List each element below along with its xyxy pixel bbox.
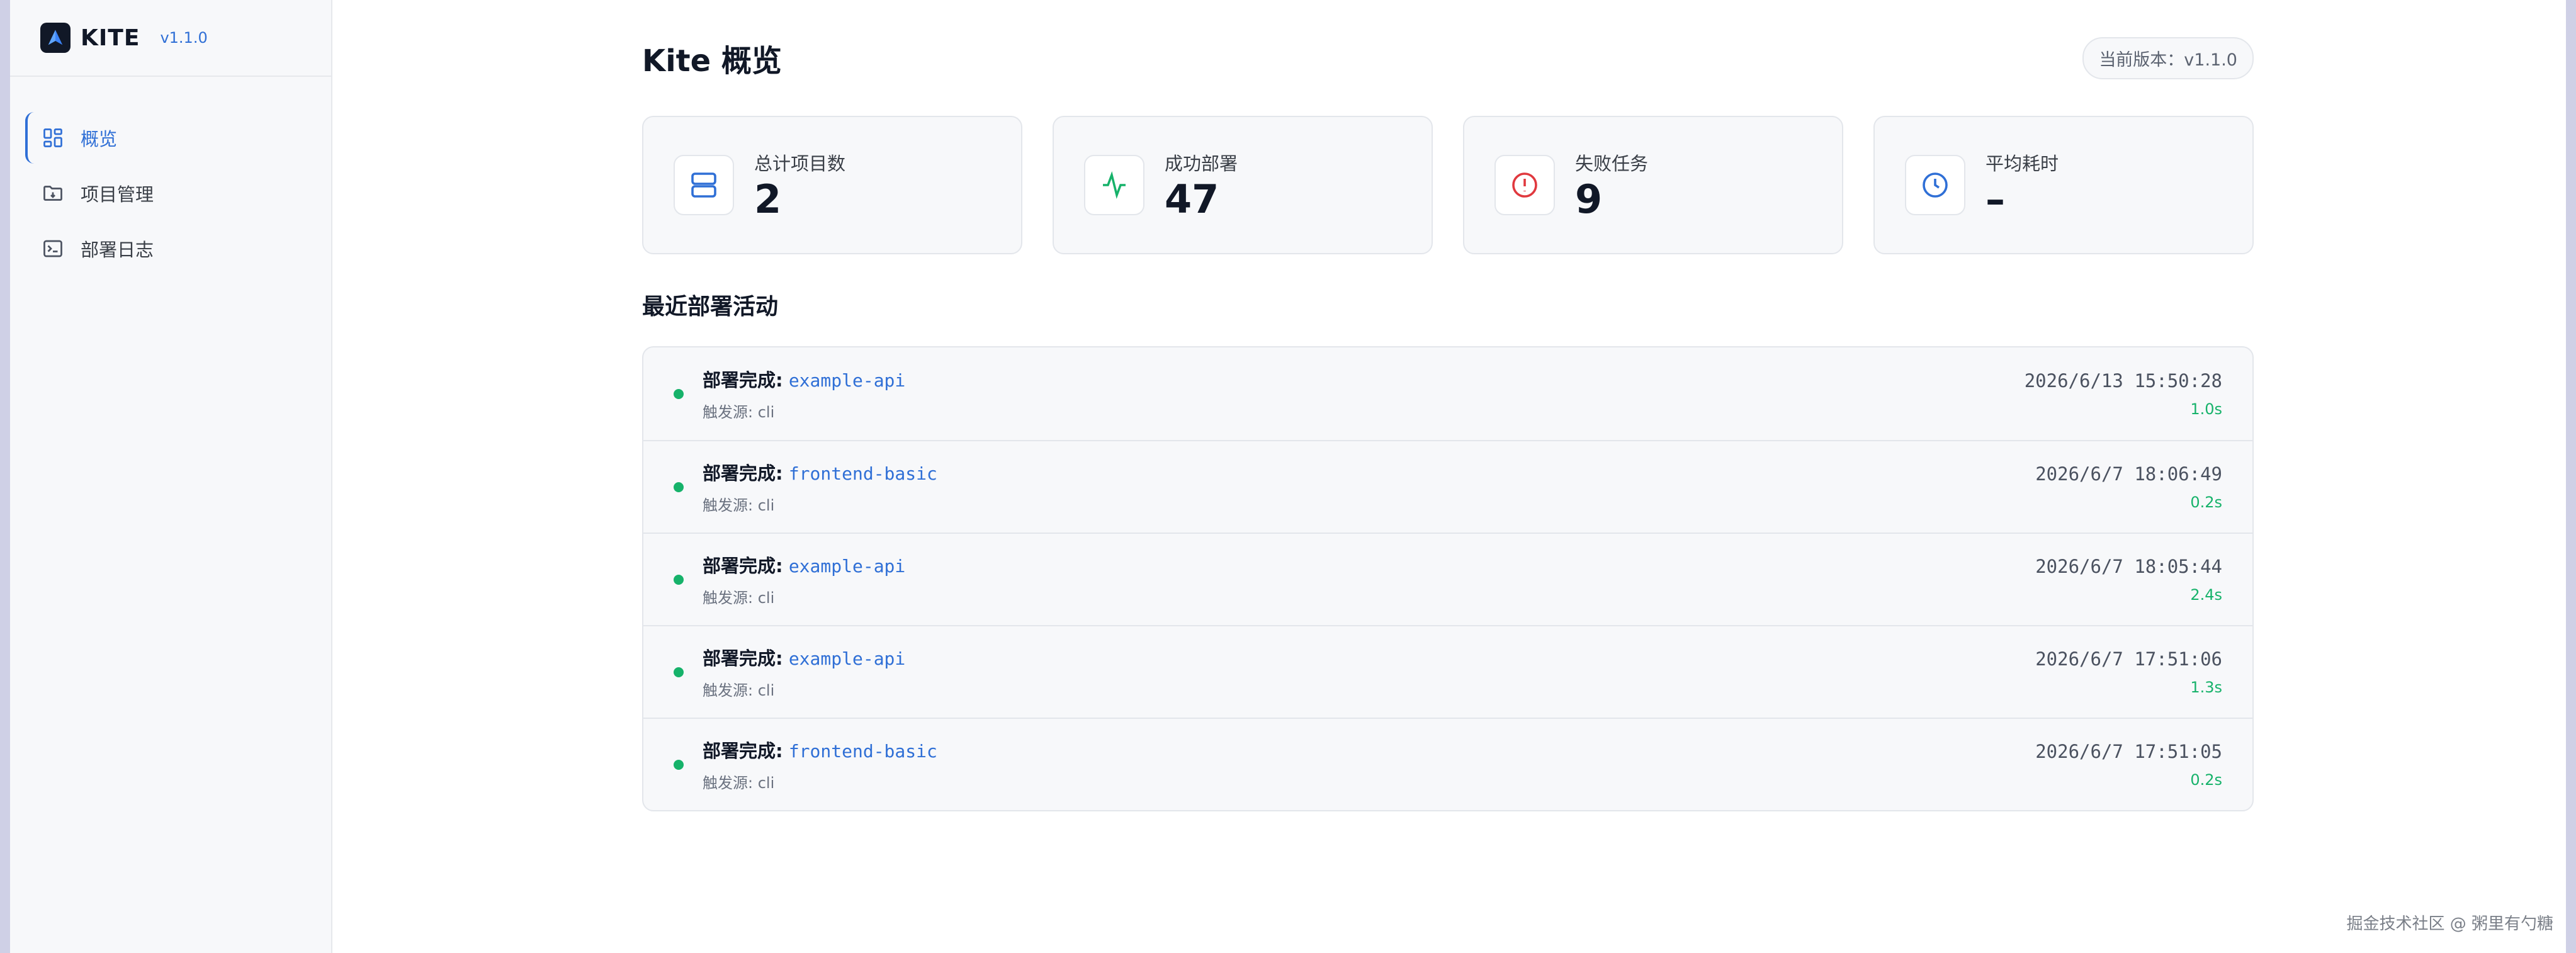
project-link[interactable]: frontend-basic	[789, 741, 937, 762]
sidebar: KITE v1.1.0 概览 项目管理 部署日志	[10, 0, 332, 953]
activity-label: 部署完成:	[703, 463, 783, 484]
list-item[interactable]: 部署完成: example-api 触发源: cli 2026/6/7 18:0…	[643, 533, 2252, 625]
list-item[interactable]: 部署完成: example-api 触发源: cli 2026/6/13 15:…	[643, 347, 2252, 440]
status-dot	[674, 667, 684, 677]
activity-label: 部署完成:	[703, 648, 783, 669]
stat-label: 失败任务	[1575, 152, 1649, 174]
kite-logo-icon	[40, 23, 71, 53]
stat-value: –	[1986, 176, 2005, 222]
status-dot	[674, 482, 684, 492]
project-link[interactable]: example-api	[789, 556, 905, 577]
activity-label: 部署完成:	[703, 555, 783, 577]
activity-icon	[1084, 155, 1144, 215]
sidebar-item-label: 概览	[81, 128, 118, 150]
status-dot	[674, 759, 684, 770]
stat-card-successful-deploys: 成功部署 47	[1053, 116, 1433, 254]
dashboard-icon	[40, 125, 65, 150]
project-link[interactable]: frontend-basic	[789, 463, 937, 484]
sidebar-item-overview[interactable]: 概览	[25, 112, 316, 164]
timestamp: 2026/6/13 15:50:28	[2024, 369, 2222, 392]
duration: 2.4s	[2190, 585, 2222, 604]
stats-row: 总计项目数 2 成功部署 47 失败任务 9 平均耗时 –	[642, 116, 2254, 254]
stat-card-total-projects: 总计项目数 2	[642, 116, 1022, 254]
page-header: Kite 概览 当前版本：v1.1.0	[642, 0, 2254, 116]
project-link[interactable]: example-api	[789, 370, 905, 391]
page-title: Kite 概览	[642, 43, 782, 79]
status-dot	[674, 574, 684, 585]
section-title-recent-activity: 最近部署活动	[642, 294, 779, 320]
main-content: Kite 概览 当前版本：v1.1.0 总计项目数 2 成功部署 47 失败任务…	[642, 0, 2254, 811]
clock-icon	[1905, 155, 1965, 215]
activity-label: 部署完成:	[703, 369, 783, 391]
brand-name: KITE	[81, 25, 140, 51]
timestamp: 2026/6/7 18:05:44	[2035, 555, 2222, 577]
trigger-source: 触发源: cli	[703, 403, 775, 421]
timestamp: 2026/6/7 17:51:06	[2035, 648, 2222, 670]
terminal-icon	[40, 236, 65, 261]
stat-card-average-duration: 平均耗时 –	[1873, 116, 2254, 254]
duration: 1.0s	[2190, 400, 2222, 418]
stat-value: 9	[1575, 176, 1603, 222]
activity-label: 部署完成:	[703, 740, 783, 762]
folder-icon	[40, 181, 65, 206]
watermark: 掘金技术社区 @ 粥里有勺糖	[2346, 915, 2553, 933]
activity-list: 部署完成: example-api 触发源: cli 2026/6/13 15:…	[642, 346, 2254, 811]
sidebar-item-label: 项目管理	[81, 184, 154, 205]
stat-card-failed-tasks: 失败任务 9	[1463, 116, 1843, 254]
timestamp: 2026/6/7 17:51:05	[2035, 740, 2222, 762]
stat-label: 成功部署	[1165, 152, 1238, 174]
stat-value: 2	[754, 176, 782, 222]
sidebar-nav: 概览 项目管理 部署日志	[10, 77, 331, 274]
duration: 1.3s	[2190, 678, 2222, 696]
window-edge-left	[0, 0, 10, 953]
trigger-source: 触发源: cli	[703, 774, 775, 792]
stat-value: 47	[1165, 176, 1219, 222]
sidebar-item-projects[interactable]: 项目管理	[25, 167, 316, 219]
server-icon	[674, 155, 734, 215]
list-item[interactable]: 部署完成: frontend-basic 触发源: cli 2026/6/7 1…	[643, 718, 2252, 810]
list-item[interactable]: 部署完成: frontend-basic 触发源: cli 2026/6/7 1…	[643, 440, 2252, 533]
window-edge-right	[2566, 0, 2576, 953]
brand-version: v1.1.0	[160, 29, 208, 47]
brand: KITE v1.1.0	[10, 0, 331, 77]
alert-icon	[1494, 155, 1555, 215]
stat-label: 总计项目数	[754, 152, 846, 174]
project-link[interactable]: example-api	[789, 648, 905, 669]
trigger-source: 触发源: cli	[703, 682, 775, 699]
list-item[interactable]: 部署完成: example-api 触发源: cli 2026/6/7 17:5…	[643, 625, 2252, 718]
duration: 0.2s	[2190, 770, 2222, 789]
timestamp: 2026/6/7 18:06:49	[2035, 463, 2222, 485]
stat-label: 平均耗时	[1986, 152, 2059, 174]
trigger-source: 触发源: cli	[703, 497, 775, 514]
sidebar-item-deploy-logs[interactable]: 部署日志	[25, 223, 316, 274]
trigger-source: 触发源: cli	[703, 589, 775, 607]
sidebar-item-label: 部署日志	[81, 239, 154, 261]
duration: 0.2s	[2190, 493, 2222, 511]
status-dot	[674, 388, 684, 399]
version-badge: 当前版本：v1.1.0	[2082, 37, 2254, 79]
